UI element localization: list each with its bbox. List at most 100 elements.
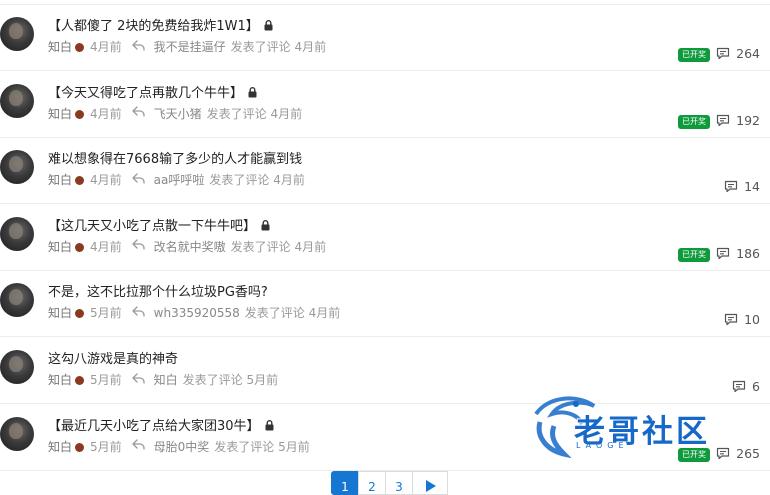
status-badge: 已开奖 [678,114,710,129]
author-name[interactable]: 知白 [48,371,72,388]
comment-count: 14 [724,179,760,194]
author-name[interactable]: 知白 [48,171,72,188]
post-time: 5月前 [90,439,122,454]
lock-icon [265,419,274,435]
comment-icon [716,114,736,127]
reply-time: 4月前 [308,306,341,321]
topic-meta: 知白 5月前 母胎0中奖 发表了评论 5月前 [48,438,310,455]
user-level-icon [75,242,85,252]
comment-count: 186 [716,246,760,261]
post-time: 4月前 [90,173,122,188]
reply-time: 4月前 [294,40,327,54]
topic-meta: 知白 5月前 wh335920558 发表了评论 4月前 [48,304,340,321]
avatar[interactable] [0,350,34,384]
reply-time: 4月前 [273,173,305,188]
topic-row[interactable]: 【这几天又小吃了点散一下牛牛吧】 知白 4月前 改名就中奖嗷 发表了评论 4月前已开奖 1… [0,205,770,271]
user-level-icon [75,43,85,52]
post-time: 5月前 [90,306,122,321]
topic-title-text[interactable]: 不是，这不比拉那个什么垃圾PG香吗? [48,285,268,300]
topic-title-text[interactable]: 难以想象得在7668输了多少的人才能赢到钱 [48,152,302,167]
next-page-button[interactable] [412,471,448,495]
topic-title-text[interactable]: 【最近几天小吃了点给大家团30牛】 [48,419,260,434]
reply-icon [132,306,145,320]
avatar[interactable] [0,150,34,185]
reply-time: 5月前 [278,439,310,454]
comment-count: 192 [716,113,760,128]
last-replier[interactable]: 改名就中奖嗷 [154,238,226,255]
reply-action: 发表了评论 [214,439,275,454]
author-name[interactable]: 知白 [48,304,72,321]
topic-title[interactable]: 【今天又得吃了点再散几个牛牛】 [48,82,257,102]
comment-count-value: 10 [744,312,760,328]
topic-meta: 知白 4月前 飞天小猪 发表了评论 4月前 [48,105,302,122]
user-level-icon [75,376,85,385]
post-time: 4月前 [90,239,122,254]
last-replier[interactable]: 飞天小猪 [154,105,202,122]
page-button-2[interactable]: 2 [358,471,386,495]
play-next-icon [425,480,436,492]
user-level-icon [75,176,85,186]
avatar[interactable] [0,83,34,118]
topic-row[interactable]: 【人都傻了 2块的免费给我炸1W1】 知白 4月前 我不是挂逼仔 发表了评论 4月前已开… [0,5,770,71]
last-replier[interactable]: wh335920558 [154,306,240,320]
topic-title[interactable]: 【人都傻了 2块的免费给我炸1W1】 [48,15,273,35]
author-name[interactable]: 知白 [48,105,72,122]
topic-title-text[interactable]: 这勾八游戏是真的神奇 [48,352,178,367]
user-level-icon [75,309,85,319]
lock-icon [261,219,270,235]
reply-action: 发表了评论 [182,373,243,387]
comment-count-value: 264 [736,46,760,61]
topic-row[interactable]: 难以想象得在7668输了多少的人才能赢到钱 知白 4月前 aa呼呼啦 发表了评论 4月前… [0,138,770,205]
reply-icon [132,173,145,187]
topic-meta: 知白 5月前 知白 发表了评论 5月前 [48,371,278,388]
reply-action: 发表了评论 [230,40,291,54]
topic-title-text[interactable]: 【这几天又小吃了点散一下牛牛吧】 [48,219,256,234]
topic-title[interactable]: 不是，这不比拉那个什么垃圾PG香吗? [48,281,268,300]
author-name[interactable]: 知白 [48,38,72,55]
comment-count-value: 186 [736,245,760,261]
reply-icon [132,239,145,253]
topic-meta: 知白 4月前 改名就中奖嗷 发表了评论 4月前 [48,238,326,255]
topic-title[interactable]: 这勾八游戏是真的神奇 [48,348,178,367]
topic-title-text[interactable]: 【人都傻了 2块的免费给我炸1W1】 [48,19,259,34]
post-time: 4月前 [90,40,122,54]
watermark-logo: 老哥社区 LAOGE [530,392,770,462]
topic-meta: 知白 4月前 aa呼呼啦 发表了评论 4月前 [48,171,305,188]
topic-title[interactable]: 难以想象得在7668输了多少的人才能赢到钱 [48,148,302,167]
status-badge: 已开奖 [678,247,710,262]
reply-time: 5月前 [246,373,279,387]
author-name[interactable]: 知白 [48,238,72,255]
page-button-3[interactable]: 3 [385,471,413,495]
avatar[interactable] [0,216,34,251]
topic-row[interactable]: 不是，这不比拉那个什么垃圾PG香吗? 知白 5月前 wh335920558 发表了评论 … [0,271,770,338]
comment-count-value: 14 [744,179,760,195]
reply-icon [132,39,145,54]
user-level-icon [75,442,85,452]
reply-action: 发表了评论 [244,306,305,321]
last-replier[interactable]: 我不是挂逼仔 [154,38,226,55]
reply-time: 4月前 [294,239,327,254]
user-level-icon [75,109,85,119]
topic-row[interactable]: 【今天又得吃了点再散几个牛牛】知白 4月前 飞天小猪 发表了评论 4月前已开奖 192 [0,72,770,138]
reply-action: 发表了评论 [230,239,291,254]
reply-action: 发表了评论 [209,173,270,188]
topic-title[interactable]: 【这几天又小吃了点散一下牛牛吧】 [48,215,270,235]
last-replier[interactable]: aa呼呼啦 [154,171,205,188]
topic-title-text[interactable]: 【今天又得吃了点再散几个牛牛】 [48,86,243,101]
reply-icon [132,439,145,453]
reply-action: 发表了评论 [206,106,267,121]
reply-icon [132,106,145,120]
author-name[interactable]: 知白 [48,438,72,455]
page-button-1[interactable]: 1 [331,471,359,495]
watermark-subtext: LAOGE [576,441,629,450]
lock-icon [248,86,257,102]
status-badge: 已开奖 [678,48,710,62]
topic-title[interactable]: 【最近几天小吃了点给大家团30牛】 [48,415,274,435]
avatar[interactable] [0,416,34,451]
last-replier[interactable]: 知白 [154,371,178,388]
lock-icon [264,20,273,35]
last-replier[interactable]: 母胎0中奖 [154,438,210,455]
avatar[interactable] [0,17,34,51]
avatar[interactable] [0,283,34,318]
comment-count: 10 [724,312,760,327]
